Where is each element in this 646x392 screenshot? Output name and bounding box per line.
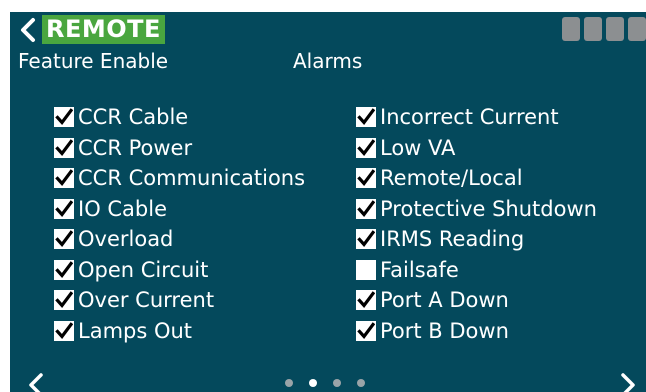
remote-screen: REMOTE Feature Enable Alarms CCR Cable CC… <box>10 12 646 392</box>
status-indicator <box>606 17 624 41</box>
feature-item-label: Open Circuit <box>78 257 209 282</box>
page-indicator <box>285 379 365 387</box>
checkbox-checked[interactable] <box>54 229 74 249</box>
checkbox-checked[interactable] <box>54 259 74 280</box>
alarm-item-row[interactable]: IRMS Reading <box>356 224 524 254</box>
alarm-item-row[interactable]: Port A Down <box>356 285 509 315</box>
feature-item-label: Over Current <box>78 288 215 312</box>
alarm-item-row[interactable]: Remote/Local <box>356 163 523 193</box>
checkmark-icon <box>55 169 73 187</box>
feature-item-row[interactable]: CCR Cable <box>54 102 188 132</box>
chevron-left-icon <box>21 18 35 42</box>
alarm-item-label: Port A Down <box>380 288 509 312</box>
checkbox-checked[interactable] <box>54 168 74 188</box>
checkmark-icon <box>55 321 73 339</box>
checkmark-icon <box>55 260 73 278</box>
checkmark-icon <box>357 199 375 217</box>
feature-item-label: CCR Communications <box>78 166 306 190</box>
alarm-item-label: IRMS Reading <box>380 227 525 251</box>
page-dot[interactable] <box>357 379 365 387</box>
status-indicators <box>562 17 646 41</box>
checkmark-icon <box>357 169 375 187</box>
feature-item-row[interactable]: CCR Power <box>54 133 192 163</box>
checkbox-checked[interactable] <box>356 107 376 127</box>
checkmark-icon <box>357 291 375 309</box>
chevron-right-icon <box>621 373 635 392</box>
checkbox-checked[interactable] <box>356 320 376 341</box>
checkbox-checked[interactable] <box>356 290 376 310</box>
alarm-item-row[interactable]: Protective Shutdown <box>356 194 597 224</box>
alarm-item-label: Protective Shutdown <box>380 196 597 221</box>
feature-item-row[interactable]: IO Cable <box>54 194 167 224</box>
checkmark-icon <box>357 321 375 339</box>
checkbox-unchecked[interactable] <box>356 259 376 280</box>
page-title: REMOTE <box>42 15 165 44</box>
checkmark-icon <box>357 230 375 248</box>
alarms-heading: Alarms <box>293 49 363 73</box>
alarm-item-row[interactable]: Incorrect Current <box>356 102 559 132</box>
checkbox-checked[interactable] <box>356 229 376 249</box>
checkbox-checked[interactable] <box>54 107 74 127</box>
checkmark-icon <box>55 291 73 309</box>
checkbox-checked[interactable] <box>54 290 74 310</box>
alarm-item-label: Remote/Local <box>380 166 523 190</box>
feature-item-label: CCR Power <box>78 135 193 160</box>
alarm-item-label: Port B Down <box>380 318 509 343</box>
checkmark-icon <box>55 138 73 156</box>
alarm-item-label: Incorrect Current <box>380 105 559 129</box>
page-dot[interactable] <box>333 379 341 387</box>
feature-item-label: IO Cable <box>78 196 168 221</box>
alarm-item-row[interactable]: Failsafe <box>356 255 459 285</box>
status-indicator <box>584 17 602 41</box>
chevron-left-icon <box>29 373 43 392</box>
page-dot-active[interactable] <box>309 379 317 387</box>
alarm-item-row[interactable]: Port B Down <box>356 316 509 346</box>
checkmark-icon <box>357 108 375 126</box>
checkbox-checked[interactable] <box>54 198 74 219</box>
feature-item-row[interactable]: Overload <box>54 224 173 254</box>
checkmark-icon <box>357 138 375 156</box>
feature-item-label: Lamps Out <box>78 318 193 343</box>
alarm-item-label: Failsafe <box>380 257 459 282</box>
alarm-item-row[interactable]: Low VA <box>356 133 455 163</box>
page-dot[interactable] <box>285 379 293 387</box>
next-page-button[interactable] <box>616 370 640 392</box>
alarm-item-label: Low VA <box>380 135 456 160</box>
feature-item-row[interactable]: CCR Communications <box>54 163 305 193</box>
checkbox-checked[interactable] <box>54 137 74 158</box>
checkbox-checked[interactable] <box>356 198 376 219</box>
feature-item-row[interactable]: Lamps Out <box>54 316 192 346</box>
status-indicator <box>628 17 646 41</box>
checkmark-icon <box>55 230 73 248</box>
feature-item-label: Overload <box>78 227 174 251</box>
back-button[interactable] <box>16 15 40 45</box>
checkbox-checked[interactable] <box>356 137 376 158</box>
feature-item-row[interactable]: Over Current <box>54 285 214 315</box>
feature-enable-heading: Feature Enable <box>18 49 169 73</box>
feature-item-row[interactable]: Open Circuit <box>54 255 208 285</box>
checkbox-checked[interactable] <box>356 168 376 188</box>
status-indicator <box>562 17 580 41</box>
checkmark-icon <box>55 108 73 126</box>
checkbox-checked[interactable] <box>54 320 74 341</box>
prev-page-button[interactable] <box>24 370 48 392</box>
feature-item-label: CCR Cable <box>78 105 189 129</box>
checkmark-icon <box>55 199 73 217</box>
